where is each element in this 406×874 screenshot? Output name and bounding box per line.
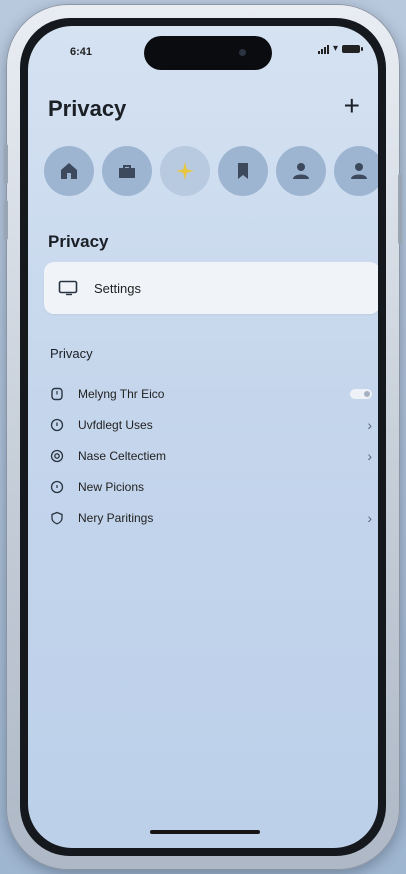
list-item[interactable]: Nase Celtectiem › — [50, 440, 372, 471]
at-icon — [50, 449, 64, 462]
tablet-icon — [58, 280, 78, 296]
status-icons: ▾ — [317, 43, 363, 54]
avatar-bookmark[interactable] — [218, 146, 268, 196]
home-indicator[interactable] — [150, 830, 260, 834]
dynamic-island — [144, 36, 272, 70]
circle-icon — [50, 480, 64, 493]
phone-frame: 6:41 ▾ Privacy + Privacy Settings Privac… — [4, 4, 402, 870]
avatar-person[interactable] — [276, 146, 326, 196]
avatar-sparkle[interactable] — [160, 146, 210, 196]
home-icon — [61, 163, 77, 179]
list-item[interactable]: Melyng Thr Eico — [50, 378, 372, 409]
signal-icon — [317, 44, 329, 54]
chevron-right-icon: › — [367, 416, 372, 433]
list-item[interactable]: Uvfdlegt Uses › — [50, 409, 372, 440]
power-button — [398, 174, 402, 244]
info-circle-icon — [50, 418, 64, 431]
wifi-icon: ▾ — [332, 43, 338, 54]
shield-icon — [51, 511, 63, 524]
list-item[interactable]: Nery Paritings › — [50, 502, 372, 533]
list-title: Privacy — [50, 346, 93, 361]
list-item-label: Uvfdlegt Uses — [78, 417, 153, 432]
briefcase-icon — [119, 165, 135, 178]
bookmark-icon — [238, 163, 248, 179]
section-title: Privacy — [48, 232, 109, 251]
clock-icon — [51, 387, 63, 400]
toggle-switch[interactable] — [350, 388, 372, 399]
list-item-label: Melyng Thr Eico — [78, 386, 165, 401]
status-time: 6:41 — [70, 46, 93, 58]
settings-card[interactable]: Settings — [44, 262, 378, 314]
avatar-briefcase[interactable] — [102, 146, 152, 196]
list-item[interactable]: New Picions — [50, 471, 372, 502]
avatar-row — [44, 146, 378, 196]
person-icon — [293, 163, 309, 179]
volume-button — [4, 200, 8, 240]
chevron-right-icon: › — [367, 509, 372, 526]
settings-label: Settings — [94, 280, 141, 296]
volume-button — [4, 144, 8, 184]
page-title: Privacy — [48, 96, 127, 121]
list-item-label: New Picions — [78, 479, 145, 494]
add-button[interactable]: + — [344, 92, 360, 120]
sparkle-icon — [176, 162, 194, 180]
list-item-label: Nery Paritings — [78, 510, 154, 525]
privacy-list: Melyng Thr Eico Uvfdlegt Uses › Nase Cel… — [50, 378, 372, 533]
person-icon — [351, 163, 367, 179]
battery-icon — [342, 45, 363, 53]
list-item-label: Nase Celtectiem — [78, 448, 167, 463]
chevron-right-icon: › — [367, 447, 372, 464]
screen: 6:41 ▾ Privacy + Privacy Settings Privac… — [28, 26, 378, 848]
avatar-person[interactable] — [334, 146, 378, 196]
camera-icon — [239, 49, 246, 56]
avatar-home[interactable] — [44, 146, 94, 196]
